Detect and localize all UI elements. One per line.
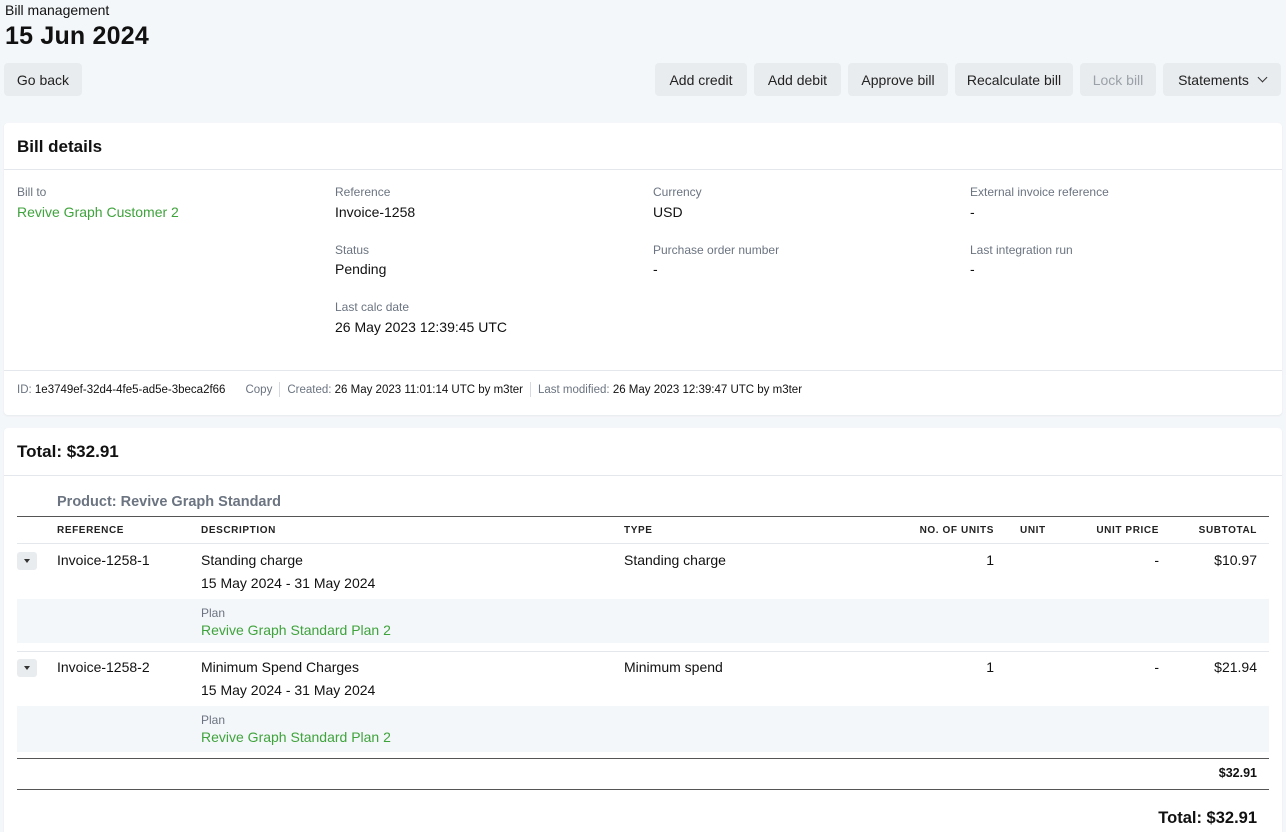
row-period: 15 May 2024 - 31 May 2024	[201, 575, 376, 591]
last-integration-value: -	[970, 261, 975, 277]
modified-label: Last modified:	[538, 383, 610, 396]
divider	[17, 651, 1269, 652]
external-ref-value: -	[970, 204, 975, 220]
row-units: 1	[986, 552, 994, 568]
bill-lines-card: Total: $32.91 Product: Revive Graph Stan…	[4, 428, 1282, 832]
row-expand-toggle[interactable]	[17, 552, 37, 570]
total-heading: Total: $32.91	[17, 442, 119, 461]
last-integration-label: Last integration run	[970, 243, 1073, 257]
modified-value: 26 May 2023 12:39:47 UTC by m3ter	[612, 383, 803, 396]
reference-value: Invoice-1258	[335, 204, 416, 220]
row-unit-price: -	[1154, 552, 1159, 568]
po-number-value: -	[653, 261, 658, 277]
divider	[17, 789, 1269, 790]
reference-label: Reference	[335, 185, 391, 199]
divider	[17, 516, 1269, 517]
row-description-link[interactable]: Standing charge	[201, 552, 303, 568]
row-subtotal: $10.97	[1214, 552, 1257, 568]
separator	[279, 382, 281, 397]
row-description-link[interactable]: Minimum Spend Charges	[201, 659, 359, 675]
col-units: NO. OF UNITS	[919, 525, 994, 536]
row-type: Standing charge	[624, 552, 726, 568]
row-units: 1	[986, 659, 994, 675]
bill-to-label: Bill to	[17, 185, 47, 199]
approve-bill-button[interactable]: Approve bill	[848, 63, 948, 96]
row-reference: Invoice-1258-2	[57, 659, 150, 675]
created-value: 26 May 2023 11:01:14 UTC by m3ter	[334, 383, 523, 396]
last-calc-label: Last calc date	[335, 300, 410, 314]
bill-details-title: Bill details	[17, 137, 103, 156]
page-title: 15 Jun 2024	[5, 22, 149, 50]
status-label: Status	[335, 243, 370, 257]
bill-details-card: Bill details Bill to Revive Graph Custom…	[4, 123, 1282, 415]
row-type: Minimum spend	[624, 659, 723, 675]
plan-label: Plan	[201, 606, 226, 620]
col-description: DESCRIPTION	[201, 525, 276, 536]
col-reference: REFERENCE	[57, 525, 125, 536]
status-value: Pending	[335, 261, 387, 277]
last-calc-value: 26 May 2023 12:39:45 UTC	[335, 319, 507, 335]
divider	[4, 169, 1282, 170]
col-unit-price: UNIT PRICE	[1096, 525, 1159, 536]
meta-bar: ID: 1e3749ef-32d4-4fe5-ad5e-3beca2f66 Co…	[17, 382, 802, 397]
plan-link[interactable]: Revive Graph Standard Plan 2	[201, 622, 391, 638]
col-type: TYPE	[624, 525, 653, 536]
product-title: Product: Revive Graph Standard	[57, 494, 281, 510]
row-reference: Invoice-1258-1	[57, 552, 150, 568]
divider	[4, 475, 1282, 476]
row-unit-price: -	[1154, 659, 1159, 675]
add-credit-button[interactable]: Add credit	[655, 63, 747, 96]
copy-id-button[interactable]: Copy	[245, 384, 272, 396]
row-period: 15 May 2024 - 31 May 2024	[201, 682, 376, 698]
currency-value: USD	[653, 204, 683, 220]
created-label: Created:	[287, 383, 332, 396]
recalculate-bill-button[interactable]: Recalculate bill	[955, 63, 1073, 96]
statements-label: Statements	[1178, 71, 1249, 88]
separator	[530, 382, 531, 397]
col-subtotal: SUBTOTAL	[1198, 525, 1257, 536]
lock-bill-button[interactable]: Lock bill	[1080, 63, 1156, 96]
id-value: 1e3749ef-32d4-4fe5-ad5e-3beca2f66	[34, 383, 226, 396]
plan-link[interactable]: Revive Graph Standard Plan 2	[201, 729, 391, 745]
grand-total: Total: $32.91	[1158, 809, 1257, 827]
row-subtotal: $21.94	[1214, 659, 1257, 675]
breadcrumb: Bill management	[5, 2, 110, 18]
add-debit-button[interactable]: Add debit	[754, 63, 841, 96]
col-unit: UNIT	[1020, 525, 1046, 536]
go-back-button[interactable]: Go back	[4, 63, 82, 96]
statements-dropdown[interactable]: Statements	[1163, 63, 1281, 96]
divider	[17, 543, 1269, 544]
plan-label: Plan	[201, 713, 226, 727]
id-label: ID:	[17, 383, 32, 396]
divider	[4, 370, 1282, 371]
chevron-down-icon	[1257, 72, 1268, 83]
bill-to-link[interactable]: Revive Graph Customer 2	[17, 204, 179, 220]
external-ref-label: External invoice reference	[970, 185, 1109, 199]
divider	[17, 758, 1269, 759]
product-subtotal: $32.91	[1218, 766, 1257, 780]
currency-label: Currency	[653, 185, 702, 199]
po-number-label: Purchase order number	[653, 243, 780, 257]
row-expand-toggle[interactable]	[17, 659, 37, 677]
